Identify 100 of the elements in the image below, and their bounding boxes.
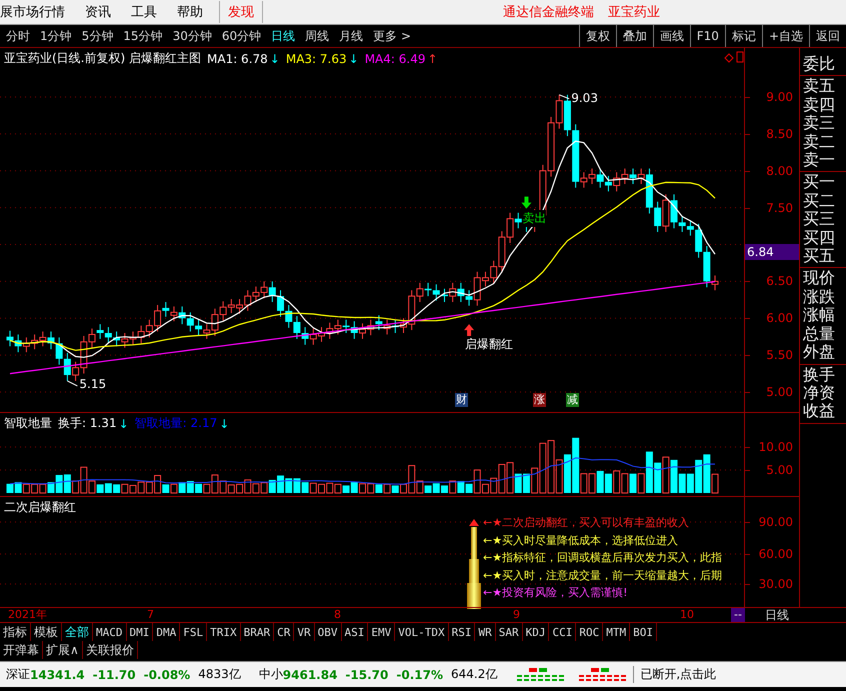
stock-name: 亚宝药业	[608, 4, 660, 21]
up-arrow-icon	[464, 324, 474, 336]
period-tab[interactable]: 周线	[300, 28, 334, 44]
period-tab[interactable]: 分时	[0, 28, 35, 44]
quote-label: 卖四	[803, 96, 836, 114]
index-value: 14341.4	[30, 668, 85, 682]
index-percent: -0.08%	[144, 668, 190, 682]
index-value: 9461.84	[282, 668, 338, 682]
event-marker[interactable]: 减	[566, 393, 579, 407]
menu-item[interactable]: 工具	[121, 3, 167, 21]
bottom-tab[interactable]: 开弹幕	[0, 641, 43, 659]
current-price-tag: 6.84	[745, 244, 799, 260]
quote-label: 卖二	[803, 132, 836, 152]
period-tab[interactable]: 15分钟	[118, 28, 168, 44]
chart-title: 亚宝药业(日线.前复权) 启爆翻红主图	[4, 50, 201, 67]
indicator-value: MA3: 7.63	[286, 52, 347, 66]
indicator-tab[interactable]: 模板	[31, 623, 62, 641]
menu-item[interactable]: 展市场行情	[0, 3, 75, 21]
index-amount: 644.2亿	[450, 666, 498, 683]
low-price-label: 5.15	[79, 376, 106, 391]
quote-label: 收益	[803, 402, 836, 421]
indicator-value: 换手: 1.31	[58, 415, 117, 432]
menu-item[interactable]: 帮助	[167, 3, 213, 21]
quote-label: 买二	[803, 192, 836, 210]
period-tab[interactable]: 30分钟	[168, 28, 217, 44]
volume-tick-label: 10.00	[758, 440, 793, 454]
price-tick-label: 8.00	[766, 164, 793, 178]
quote-label: 现价	[803, 269, 836, 288]
event-marker[interactable]: 涨	[533, 393, 546, 407]
quote-label: 买三	[803, 210, 836, 229]
trend-arrow: ↓	[219, 416, 230, 430]
signal-note: ←★买入时，注意成交量，前一天缩量越大，后期	[483, 568, 722, 582]
indicator-value: MA4: 6.49	[364, 52, 426, 66]
period-tab[interactable]: 日线	[266, 28, 300, 44]
period-tab[interactable]: 月线	[334, 28, 368, 44]
date-label: 9	[513, 608, 520, 622]
quote-label: 卖三	[803, 114, 836, 133]
quote-label: 总量	[803, 324, 836, 344]
volume-tick-label: 5.00	[766, 463, 793, 477]
end-marker: --	[731, 608, 745, 622]
down-arrow-icon	[521, 196, 532, 209]
quote-label: 卖五	[803, 77, 836, 96]
discover-menu[interactable]: 发现	[219, 1, 263, 23]
quote-label: 涨跌	[803, 288, 836, 306]
indicator-tab[interactable]: TRIX	[207, 623, 241, 641]
date-label: 2021年	[8, 608, 47, 622]
price-tick-label: 5.00	[766, 385, 793, 399]
quote-label: 委比	[803, 55, 836, 74]
price-tick-label: 6.00	[766, 311, 793, 326]
signal-note: ←★指标特征，回调或横盘后再次发力买入，此指	[483, 550, 722, 565]
indicator-tab[interactable]: MACD	[93, 623, 126, 641]
price-tick-label: 7.50	[766, 200, 793, 215]
menu-item[interactable]: 资讯	[75, 3, 121, 21]
bottom-tab[interactable]: 扩展∧	[43, 641, 83, 659]
period-tab[interactable]: 60分钟	[216, 28, 266, 44]
index-change: -15.70	[345, 668, 388, 682]
indicator-value: MA1: 6.78	[207, 52, 268, 66]
market-bars-icon	[577, 666, 628, 682]
date-label: 7	[147, 608, 154, 622]
indicator-tick-label: 30.00	[758, 577, 793, 591]
high-price-label: 9.03	[571, 90, 598, 105]
price-tick-label: 6.50	[766, 274, 793, 288]
index-percent: -0.17%	[396, 668, 443, 682]
signal-note: ←★二次启动翻红，买入可以有丰盈的收入	[483, 515, 690, 530]
period-tab[interactable]: 更多 >	[368, 28, 416, 44]
price-tick-label: 8.50	[766, 126, 793, 141]
price-tick-label: 9.00	[766, 90, 793, 104]
indicator-tab[interactable]: 指标	[0, 623, 31, 641]
signal-note: ←★买入时尽量降低成本，选择低位进入	[483, 532, 678, 548]
diamond-icon[interactable]	[724, 53, 734, 63]
leader-line	[66, 380, 78, 386]
app-title: 通达信金融终端	[503, 4, 594, 21]
event-marker[interactable]: 财	[455, 393, 468, 407]
panel-title: 二次启爆翻红	[4, 499, 76, 516]
leader-line	[558, 94, 570, 100]
indicator-tick-label: 60.00	[758, 547, 793, 561]
indicator-value: 智取地量: 2.17	[134, 415, 218, 432]
period-tab[interactable]: 5分钟	[76, 28, 118, 44]
price-tick-label: 5.50	[766, 348, 793, 362]
quote-label: 换手	[803, 366, 836, 384]
date-label: 8	[334, 608, 341, 622]
quote-label: 涨幅	[803, 306, 836, 325]
panel-title: 智取地量	[4, 415, 52, 432]
connection-status[interactable]: 已断开,点击此	[633, 666, 716, 683]
quote-label: 外盘	[803, 343, 836, 362]
quote-label: 买五	[803, 247, 836, 266]
market-bars-icon	[515, 666, 566, 682]
trend-arrow: ↓	[270, 52, 280, 66]
index-name: 中小	[258, 666, 283, 683]
index-change: -11.70	[92, 668, 136, 682]
quote-label: 净资	[803, 384, 836, 402]
index-amount: 4833亿	[198, 666, 241, 683]
indicator-tab[interactable]: ASI	[342, 623, 368, 641]
signal-note: ←★投资有风险，买入需谨慎!	[483, 585, 628, 600]
period-tab[interactable]: 1分钟	[35, 28, 77, 44]
indicator-tab[interactable]: 全部	[62, 623, 93, 641]
period-label: 日线	[765, 608, 789, 622]
sell-signal-label: 卖出	[522, 210, 546, 227]
quote-label: 买四	[803, 228, 836, 248]
trend-arrow: ↑	[427, 52, 438, 66]
